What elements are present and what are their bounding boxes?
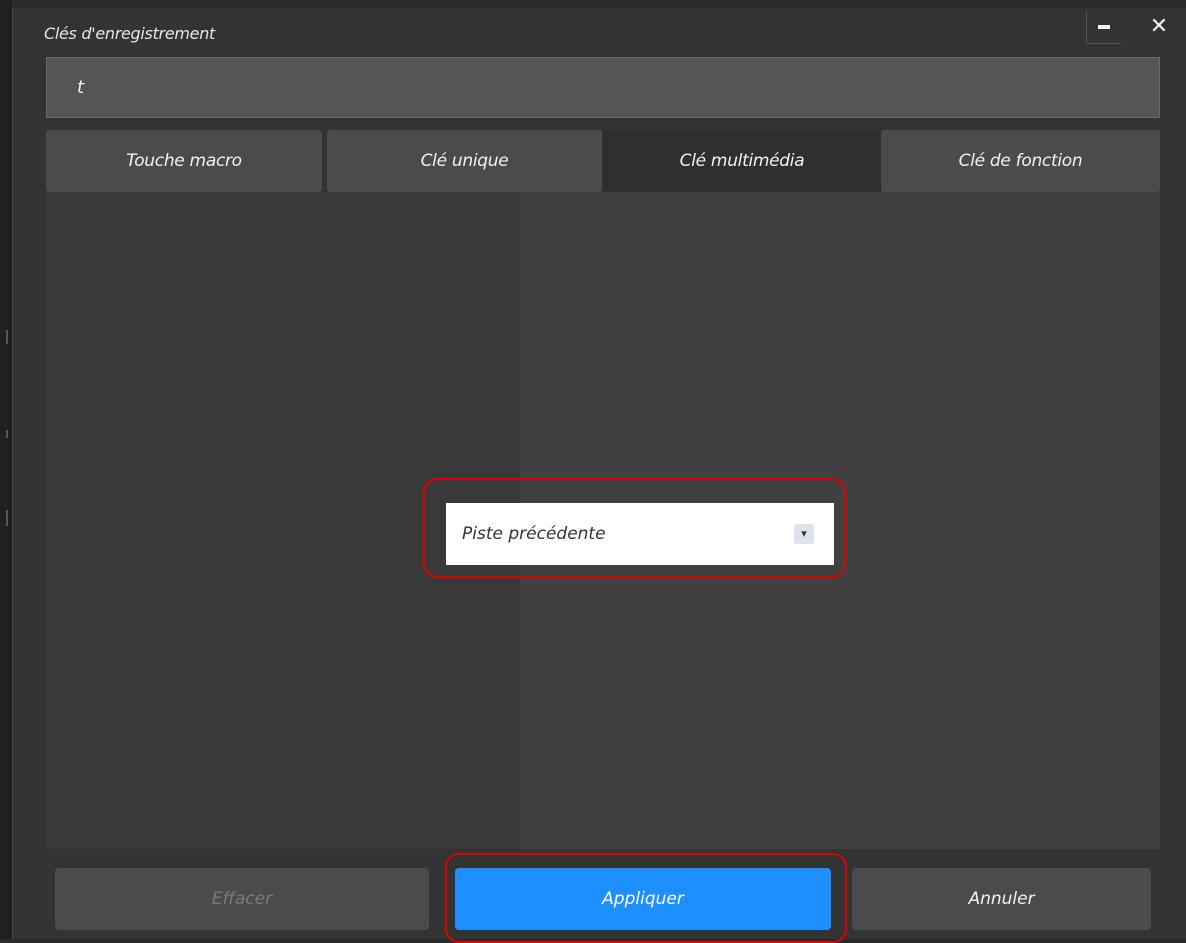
- close-icon: ✕: [1149, 14, 1169, 39]
- background-window-edge: [0, 0, 12, 939]
- chevron-down-icon[interactable]: ▾: [794, 524, 814, 544]
- dialog-title: Clés d'enregistrement: [44, 24, 216, 43]
- select-value: Piste précédente: [462, 524, 606, 544]
- tab-single-key[interactable]: Clé unique: [327, 130, 602, 192]
- apply-button[interactable]: Appliquer: [455, 868, 831, 930]
- tab-multimedia-key[interactable]: Clé multimédia: [603, 130, 881, 192]
- record-keys-dialog: Clés d'enregistrement ✕ t Touche macro C…: [12, 8, 1186, 943]
- multimedia-action-select[interactable]: Piste précédente ▾: [446, 503, 834, 565]
- tab-macro-key[interactable]: Touche macro: [46, 130, 322, 192]
- close-button[interactable]: ✕: [1143, 11, 1175, 43]
- minimize-icon: [1098, 25, 1110, 29]
- tab-function-key[interactable]: Clé de fonction: [881, 130, 1160, 192]
- clear-button[interactable]: Effacer: [55, 868, 429, 930]
- minimize-button[interactable]: [1086, 11, 1121, 44]
- key-type-tabs: Touche macro Clé unique Clé multimédia C…: [46, 130, 1160, 192]
- cancel-button[interactable]: Annuler: [852, 868, 1151, 930]
- recorded-key-field[interactable]: t: [46, 57, 1160, 118]
